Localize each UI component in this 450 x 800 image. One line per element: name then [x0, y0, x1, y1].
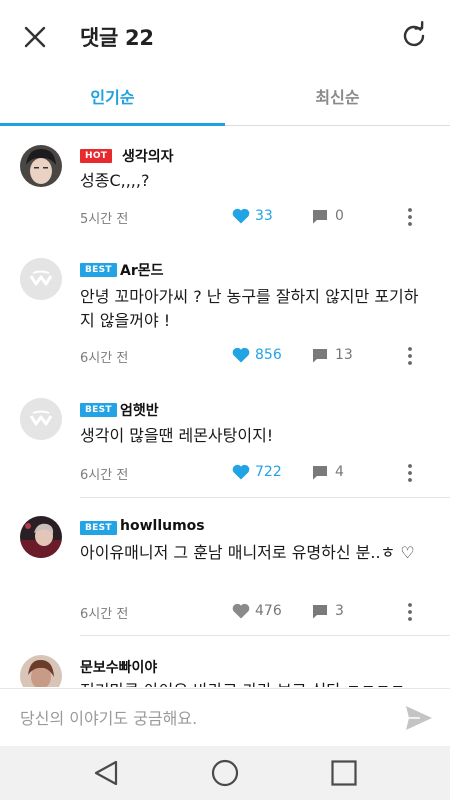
comment-time: 6시간 전: [80, 607, 129, 622]
nav-home-icon[interactable]: [210, 758, 240, 788]
system-nav-bar: [0, 746, 450, 800]
best-badge: BEST: [80, 403, 117, 417]
comment-bubble-icon[interactable]: [312, 604, 328, 619]
more-vertical-icon[interactable]: [402, 207, 418, 227]
more-vertical-icon[interactable]: [402, 602, 418, 622]
reply-count: 0: [335, 208, 344, 224]
header: 댓글 22: [0, 0, 450, 72]
hot-badge: HOT: [80, 149, 113, 163]
heart-icon[interactable]: [232, 464, 250, 480]
more-vertical-icon[interactable]: [402, 463, 418, 483]
avatar[interactable]: [20, 258, 62, 300]
like-count: 33: [255, 208, 273, 224]
comment-time: 5시간 전: [80, 212, 129, 227]
comment-bubble-icon[interactable]: [312, 209, 328, 224]
like-count: 856: [255, 347, 282, 363]
comment-text: 안녕 꼬마아가씨 ? 난 농구를 잘하지 않지만 포기하지 않을꺼야 !: [80, 287, 419, 330]
best-badge: BEST: [80, 263, 117, 277]
divider: [80, 635, 450, 636]
heart-icon[interactable]: [232, 347, 250, 363]
comment-text: 저기만큼 아이유 바라고 가라 보고 싶다 ㅋㅋㅋㅋ: [80, 679, 430, 687]
comment-time: 6시간 전: [80, 468, 129, 483]
avatar[interactable]: [20, 145, 62, 187]
username[interactable]: 문보수빠이야: [80, 657, 157, 677]
sort-tabs: 인기순 최신순: [0, 72, 450, 126]
heart-icon[interactable]: [232, 208, 250, 224]
reply-count: 4: [335, 464, 344, 480]
nav-back-icon[interactable]: [91, 758, 121, 788]
like-count: 476: [255, 603, 282, 619]
username[interactable]: 엄햇반: [120, 400, 159, 420]
reply-count: 3: [335, 603, 344, 619]
username[interactable]: howllumos: [120, 518, 205, 534]
heart-icon[interactable]: [232, 603, 250, 619]
avatar[interactable]: [20, 655, 62, 687]
comment-time: 6시간 전: [80, 351, 129, 366]
comment-text: 성종C,,,,?: [80, 171, 150, 190]
more-vertical-icon[interactable]: [402, 346, 418, 366]
page-title: 댓글 22: [80, 26, 154, 50]
comment-input-bar: [0, 688, 450, 746]
avatar[interactable]: [20, 516, 62, 558]
comment-text: 아이유매니저 그 훈남 매니저로 유명하신 분..ㅎ ♡: [80, 543, 415, 562]
active-tab-indicator: [0, 123, 225, 126]
username[interactable]: Ar몬드: [120, 260, 164, 280]
nav-recents-icon[interactable]: [329, 758, 359, 788]
send-icon[interactable]: [404, 703, 434, 733]
refresh-icon[interactable]: [398, 20, 430, 52]
reply-count: 13: [335, 347, 353, 363]
like-count: 722: [255, 464, 282, 480]
divider: [80, 497, 450, 498]
comment-bubble-icon[interactable]: [312, 348, 328, 363]
close-icon[interactable]: [20, 22, 50, 52]
comment-input[interactable]: [20, 701, 390, 735]
avatar[interactable]: [20, 398, 62, 440]
tab-popular[interactable]: 인기순: [0, 72, 225, 126]
best-badge: BEST: [80, 521, 117, 535]
comment-list[interactable]: HOT 생각의자 성종C,,,,? 5시간 전 33 0 BEST Ar몬드 안…: [0, 127, 450, 687]
comment-text: 생각이 많을땐 레몬사탕이지!: [80, 426, 274, 445]
comment-bubble-icon[interactable]: [312, 465, 328, 480]
username[interactable]: 생각의자: [122, 146, 174, 166]
tab-latest[interactable]: 최신순: [225, 72, 450, 126]
